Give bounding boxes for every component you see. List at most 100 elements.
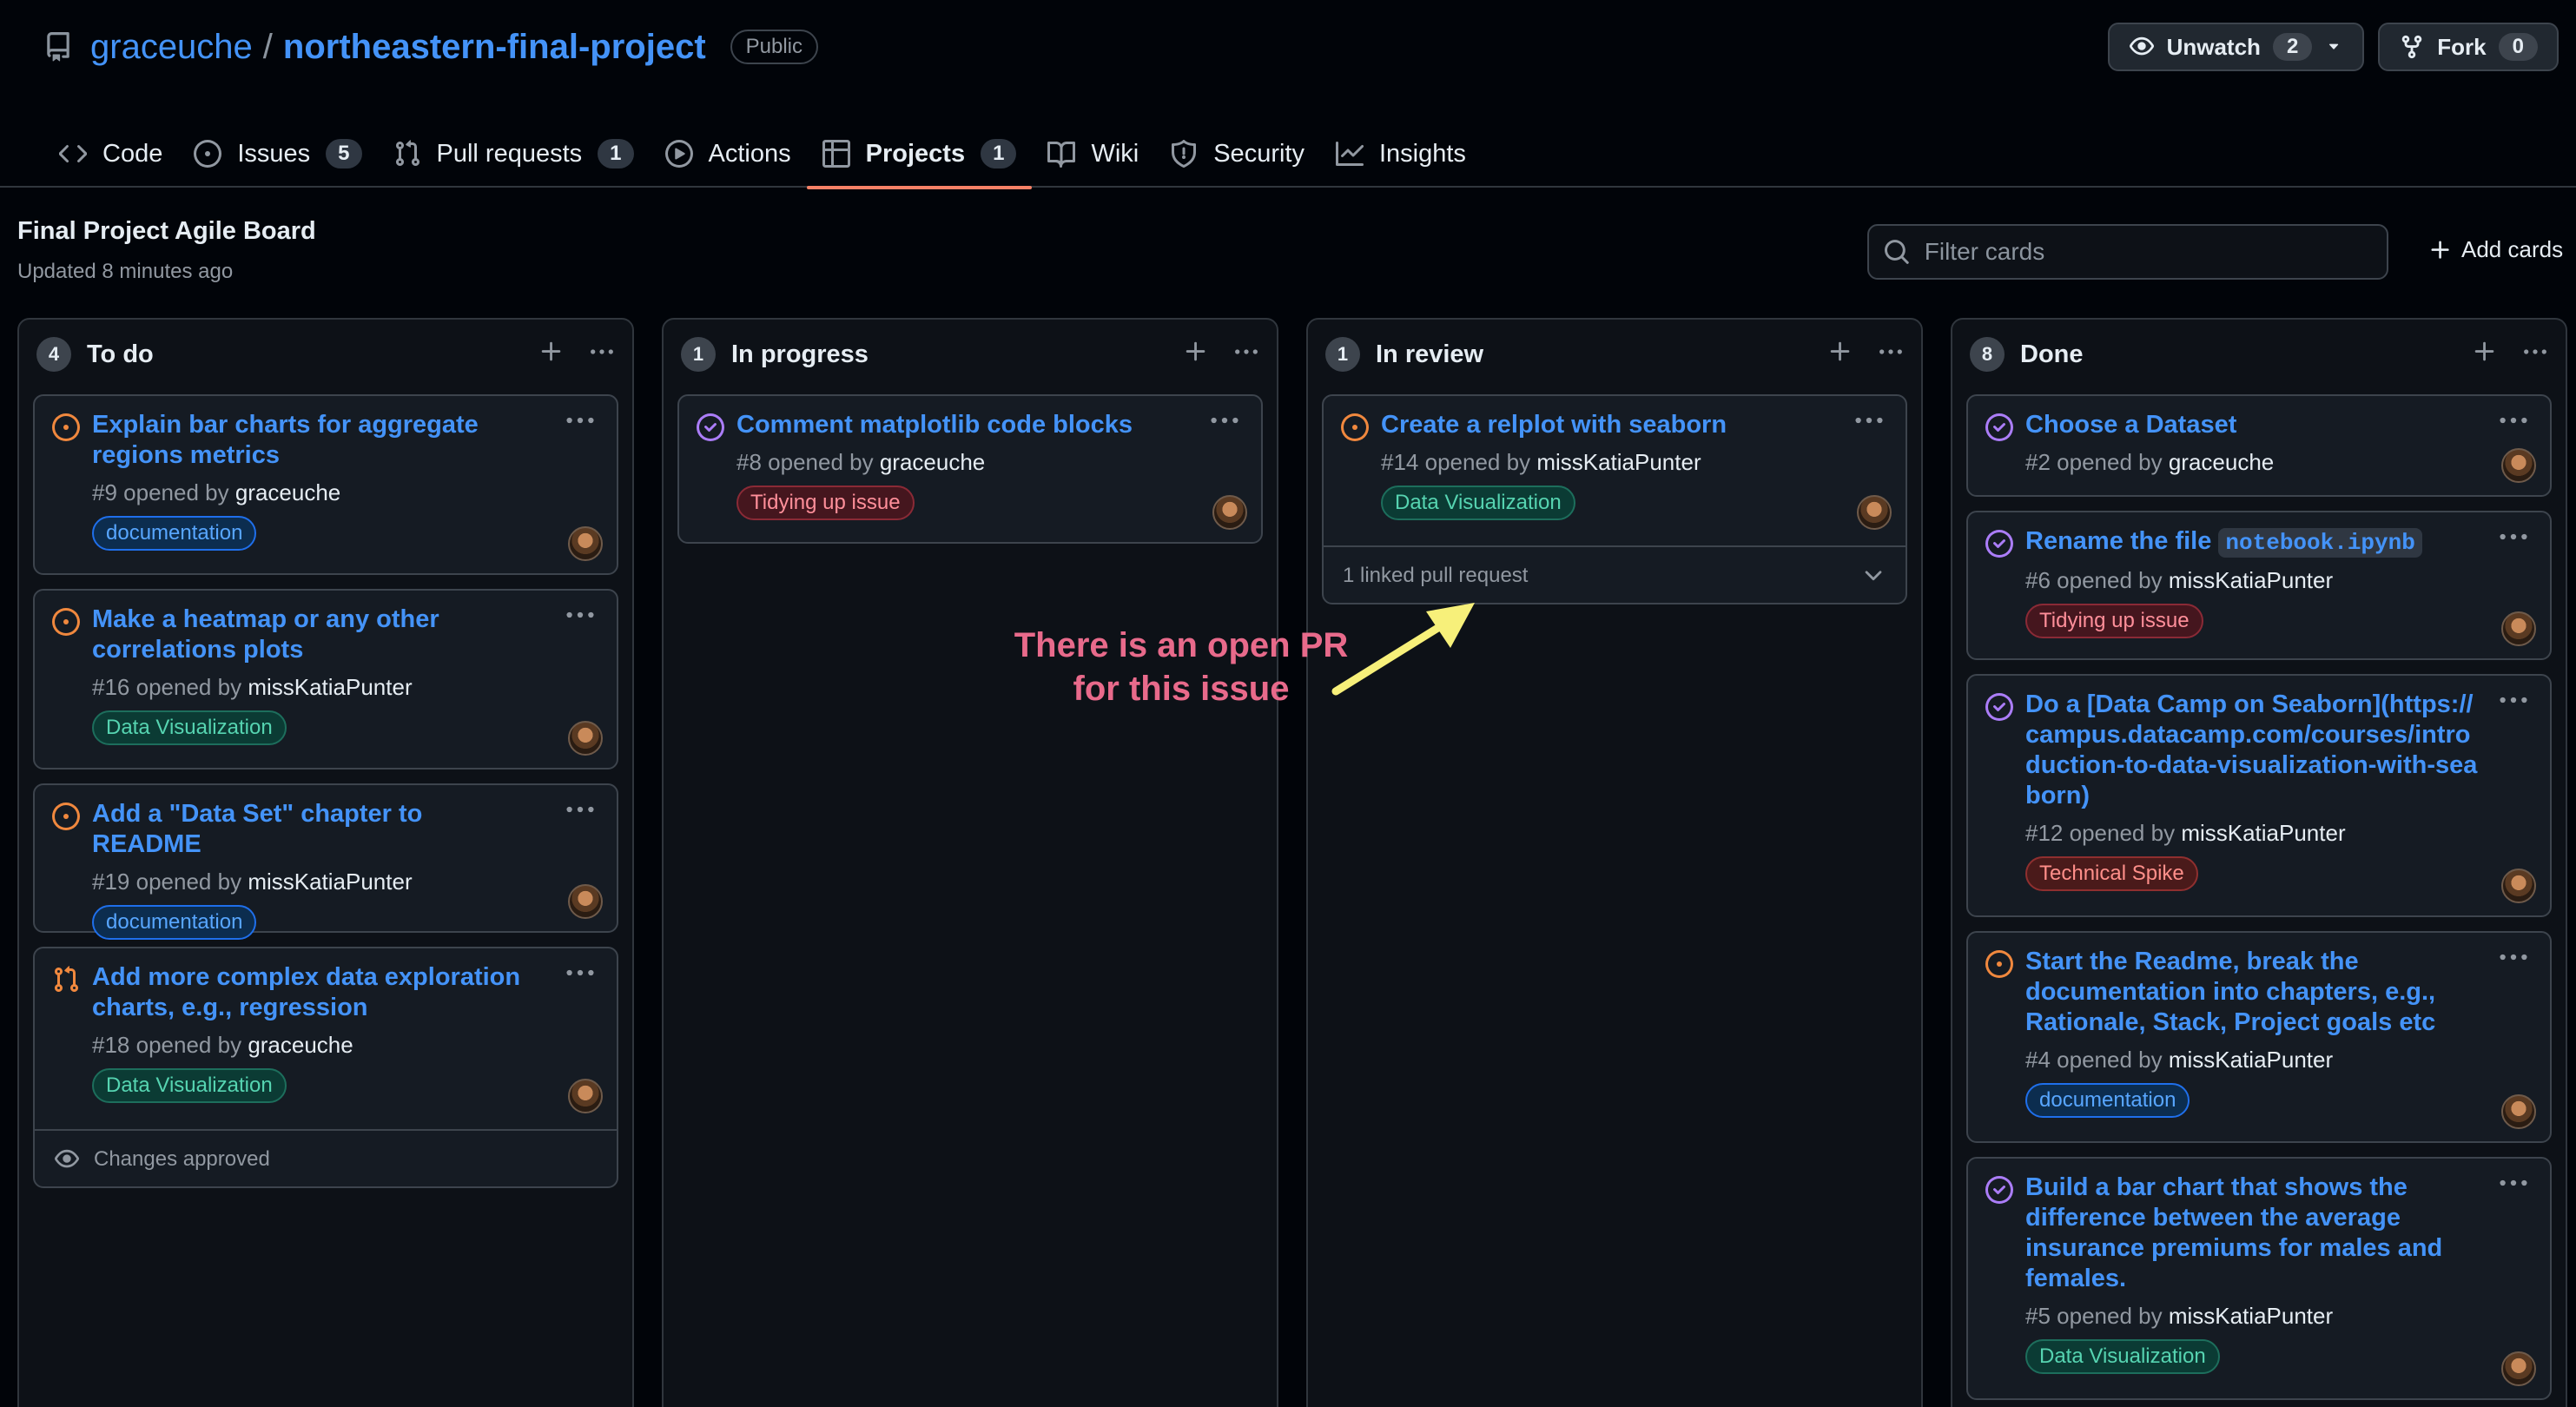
- card-author[interactable]: missKatiaPunter: [248, 869, 412, 895]
- label-data-visualization[interactable]: Data Visualization: [92, 710, 287, 745]
- column-name: To do: [87, 340, 154, 368]
- card-author[interactable]: missKatiaPunter: [2169, 1047, 2333, 1073]
- avatar[interactable]: [568, 1079, 603, 1113]
- opened-by-text: opened by: [135, 674, 242, 700]
- avatar[interactable]: [1212, 495, 1247, 530]
- filter-cards-field[interactable]: [1867, 224, 2388, 280]
- card-menu-icon[interactable]: [2498, 1171, 2529, 1195]
- card-title[interactable]: Build a bar chart that shows the differe…: [2025, 1172, 2533, 1294]
- label-data-visualization[interactable]: Data Visualization: [2025, 1339, 2220, 1374]
- label-technical-spike[interactable]: Technical Spike: [2025, 856, 2198, 891]
- issue-number: #4: [2025, 1047, 2051, 1073]
- card-menu-icon[interactable]: [2498, 525, 2529, 549]
- card-author[interactable]: missKatiaPunter: [248, 674, 412, 700]
- play-icon: [664, 140, 693, 168]
- tab-insights[interactable]: Insights: [1320, 120, 1482, 188]
- label-documentation[interactable]: documentation: [92, 516, 257, 551]
- filter-cards-input[interactable]: [1924, 238, 2373, 266]
- tab-projects[interactable]: Projects 1: [806, 120, 1033, 189]
- kebab-horizontal-icon[interactable]: [1233, 339, 1259, 365]
- chevron-down-icon[interactable]: [1860, 563, 1886, 589]
- card-title[interactable]: Add a "Data Set" chapter to README: [92, 799, 599, 860]
- tab-wiki[interactable]: Wiki: [1032, 120, 1154, 188]
- issue-card[interactable]: Rename the file notebook.ipynb #6 opened…: [1966, 511, 2552, 660]
- card-title[interactable]: Comment matplotlib code blocks: [736, 410, 1244, 440]
- card-author[interactable]: graceuche: [248, 1032, 353, 1058]
- card-author[interactable]: missKatiaPunter: [2169, 1303, 2333, 1329]
- issue-card[interactable]: Comment matplotlib code blocks #8 opened…: [677, 394, 1263, 544]
- card-menu-icon[interactable]: [2498, 408, 2529, 433]
- label-documentation[interactable]: documentation: [92, 905, 257, 940]
- closed-issue-icon: [1985, 1176, 2013, 1204]
- card-title[interactable]: Add more complex data exploration charts…: [92, 962, 599, 1023]
- issue-card[interactable]: Explain bar charts for aggregate regions…: [33, 394, 618, 575]
- card-menu-icon[interactable]: [565, 408, 596, 433]
- card-author[interactable]: graceuche: [235, 479, 340, 505]
- card-menu-icon[interactable]: [565, 961, 596, 985]
- repo-name-link[interactable]: northeastern-final-project: [283, 28, 706, 67]
- card-menu-icon[interactable]: [1853, 408, 1885, 433]
- issue-number: #8: [736, 449, 762, 475]
- card-title[interactable]: Explain bar charts for aggregate regions…: [92, 410, 599, 471]
- card-title[interactable]: Do a [Data Camp on Seaborn](https://camp…: [2025, 690, 2533, 811]
- tab-actions[interactable]: Actions: [650, 120, 807, 188]
- tab-issues[interactable]: Issues 5: [178, 120, 377, 188]
- card-meta: #19 opened by missKatiaPunter: [92, 869, 599, 895]
- avatar[interactable]: [568, 526, 603, 561]
- unwatch-button[interactable]: Unwatch 2: [2107, 23, 2365, 71]
- kebab-horizontal-icon[interactable]: [2522, 339, 2548, 365]
- kebab-horizontal-icon[interactable]: [589, 339, 615, 365]
- label-tidying-up-issue[interactable]: Tidying up issue: [736, 486, 915, 520]
- card-title[interactable]: Rename the file notebook.ipynb: [2025, 526, 2533, 558]
- card-title-text: Rename the file: [2025, 527, 2212, 555]
- card-menu-icon[interactable]: [565, 797, 596, 822]
- avatar[interactable]: [2501, 1094, 2536, 1129]
- avatar[interactable]: [2501, 1351, 2536, 1386]
- column-count: 4: [36, 337, 71, 372]
- card-author[interactable]: missKatiaPunter: [2169, 567, 2333, 593]
- card-menu-icon[interactable]: [2498, 945, 2529, 969]
- add-cards-button[interactable]: Add cards: [2428, 236, 2563, 263]
- issue-card[interactable]: Make a heatmap or any other correlations…: [33, 589, 618, 770]
- tab-security[interactable]: Security: [1154, 120, 1320, 188]
- issue-card[interactable]: Do a [Data Camp on Seaborn](https://camp…: [1966, 674, 2552, 917]
- card-author[interactable]: graceuche: [880, 449, 985, 475]
- plus-icon[interactable]: [1183, 339, 1209, 365]
- avatar[interactable]: [568, 721, 603, 756]
- plus-icon[interactable]: [1827, 339, 1853, 365]
- avatar[interactable]: [2501, 448, 2536, 483]
- avatar[interactable]: [568, 884, 603, 919]
- open-issue-icon: [52, 608, 80, 636]
- issue-card[interactable]: Create a relplot with seaborn #14 opened…: [1322, 394, 1907, 604]
- avatar[interactable]: [2501, 611, 2536, 646]
- issue-card[interactable]: Choose a Dataset #2 opened by graceuche: [1966, 394, 2552, 497]
- card-menu-icon[interactable]: [2498, 688, 2529, 712]
- pull-request-card[interactable]: Add more complex data exploration charts…: [33, 947, 618, 1188]
- card-menu-icon[interactable]: [565, 603, 596, 627]
- issue-card[interactable]: Add a "Data Set" chapter to README #19 o…: [33, 783, 618, 940]
- label-documentation[interactable]: documentation: [2025, 1083, 2190, 1118]
- tab-code[interactable]: Code: [43, 120, 178, 188]
- card-title[interactable]: Choose a Dataset: [2025, 410, 2533, 440]
- avatar[interactable]: [2501, 869, 2536, 903]
- plus-icon[interactable]: [538, 339, 565, 365]
- plus-icon[interactable]: [2472, 339, 2498, 365]
- card-title[interactable]: Make a heatmap or any other correlations…: [92, 604, 599, 665]
- repo-owner-link[interactable]: graceuche: [90, 28, 253, 67]
- label-data-visualization[interactable]: Data Visualization: [92, 1068, 287, 1103]
- card-title[interactable]: Start the Readme, break the documentatio…: [2025, 947, 2533, 1038]
- card-author[interactable]: missKatiaPunter: [1536, 449, 1701, 475]
- card-menu-icon[interactable]: [1209, 408, 1240, 433]
- fork-button[interactable]: Fork 0: [2378, 23, 2559, 71]
- label-tidying-up-issue[interactable]: Tidying up issue: [2025, 604, 2203, 638]
- kebab-horizontal-icon[interactable]: [1878, 339, 1904, 365]
- card-title[interactable]: Create a relplot with seaborn: [1381, 410, 1888, 440]
- issue-card[interactable]: Start the Readme, break the documentatio…: [1966, 931, 2552, 1143]
- card-author[interactable]: graceuche: [2169, 449, 2274, 475]
- column-name: Done: [2020, 340, 2084, 368]
- card-author[interactable]: missKatiaPunter: [2181, 820, 2345, 846]
- issue-card[interactable]: Build a bar chart that shows the differe…: [1966, 1157, 2552, 1400]
- label-data-visualization[interactable]: Data Visualization: [1381, 486, 1575, 520]
- tab-pull-requests[interactable]: Pull requests 1: [378, 120, 650, 188]
- avatar[interactable]: [1857, 495, 1892, 530]
